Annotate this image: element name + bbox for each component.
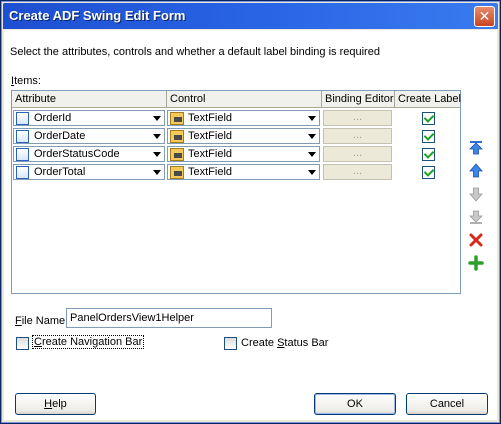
create-navigation-bar-checkbox[interactable] (16, 337, 29, 350)
chevron-down-icon[interactable] (308, 116, 316, 121)
create-navigation-bar-label[interactable]: Create Navigation Bar (32, 335, 145, 349)
textfield-icon (170, 148, 184, 161)
chevron-down-icon[interactable] (308, 170, 316, 175)
column-header-control[interactable]: Control (167, 91, 322, 108)
attribute-combo[interactable]: OrderDate (13, 128, 165, 144)
attribute-combo[interactable]: OrderTotal (13, 164, 165, 180)
move-top-icon[interactable] (467, 139, 485, 157)
control-combo[interactable]: TextField (167, 110, 320, 126)
attribute-icon (16, 148, 29, 161)
create-status-bar-checkbox[interactable] (224, 337, 237, 350)
items-table[interactable]: Attribute Control Binding Editor Create … (11, 90, 461, 294)
chevron-down-icon[interactable] (153, 116, 161, 121)
table-header: Attribute Control Binding Editor Create … (12, 91, 461, 108)
attribute-icon (16, 130, 29, 143)
chevron-down-icon[interactable] (308, 152, 316, 157)
attribute-combo[interactable]: OrderStatusCode (13, 146, 165, 162)
attribute-icon (16, 112, 29, 125)
dialog-window: Create ADF Swing Edit Form ✕ Select the … (0, 0, 501, 424)
window-title: Create ADF Swing Edit Form (9, 8, 186, 23)
create-label-checkbox[interactable] (422, 130, 435, 143)
help-button[interactable]: Help (15, 393, 96, 415)
items-label: Items: (11, 75, 41, 87)
binding-editor-button[interactable]: ... (323, 110, 392, 126)
binding-editor-button[interactable]: ... (323, 146, 392, 162)
attribute-icon (16, 166, 29, 179)
create-status-bar-label[interactable]: Create Status Bar (241, 337, 328, 349)
control-combo[interactable]: TextField (167, 164, 320, 180)
file-name-input[interactable]: PanelOrdersView1Helper (66, 308, 272, 328)
control-combo[interactable]: TextField (167, 128, 320, 144)
cancel-button[interactable]: Cancel (406, 393, 488, 415)
binding-editor-button[interactable]: ... (323, 128, 392, 144)
column-header-binding-editor[interactable]: Binding Editor (322, 91, 395, 108)
table-row[interactable]: OrderId TextField ... (12, 109, 460, 127)
chevron-down-icon[interactable] (153, 152, 161, 157)
chevron-down-icon[interactable] (153, 134, 161, 139)
table-row[interactable]: OrderStatusCode TextField ... (12, 145, 460, 163)
table-row[interactable]: OrderTotal TextField ... (12, 163, 460, 181)
table-row[interactable]: OrderDate TextField ... (12, 127, 460, 145)
create-label-checkbox[interactable] (422, 148, 435, 161)
ok-button[interactable]: OK (314, 393, 396, 415)
move-down-icon (467, 185, 485, 203)
attribute-combo[interactable]: OrderId (13, 110, 165, 126)
column-header-create-label[interactable]: Create Label (395, 91, 461, 108)
move-bottom-icon (467, 208, 485, 226)
textfield-icon (170, 130, 184, 143)
chevron-down-icon[interactable] (153, 170, 161, 175)
control-combo[interactable]: TextField (167, 146, 320, 162)
create-label-checkbox[interactable] (422, 112, 435, 125)
title-bar[interactable]: Create ADF Swing Edit Form ✕ (3, 3, 498, 29)
chevron-down-icon[interactable] (308, 134, 316, 139)
create-label-checkbox[interactable] (422, 166, 435, 179)
move-up-icon[interactable] (467, 162, 485, 180)
column-header-attribute[interactable]: Attribute (12, 91, 167, 108)
instructions-text: Select the attributes, controls and whet… (10, 46, 380, 58)
close-icon[interactable]: ✕ (474, 6, 495, 27)
binding-editor-button[interactable]: ... (323, 164, 392, 180)
textfield-icon (170, 112, 184, 125)
textfield-icon (170, 166, 184, 179)
delete-icon[interactable] (467, 231, 485, 249)
add-icon[interactable] (467, 254, 485, 272)
file-name-label: File Name (15, 315, 66, 327)
